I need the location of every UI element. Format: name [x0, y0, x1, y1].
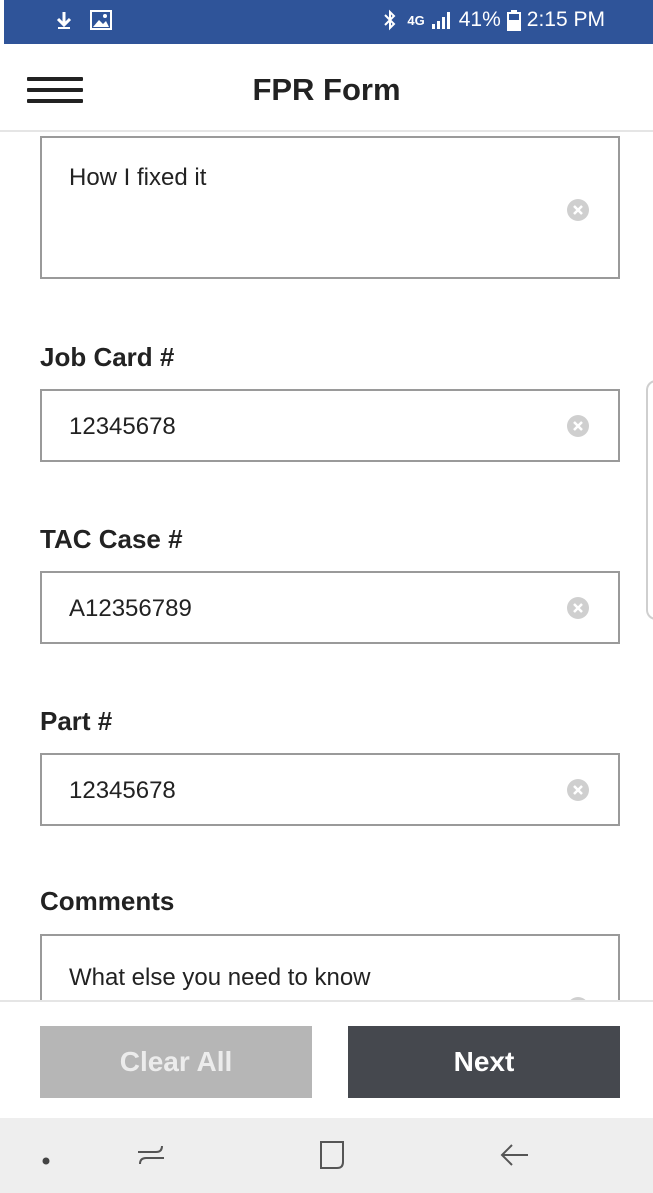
clear-part-icon[interactable]	[566, 778, 590, 802]
recent-apps-icon[interactable]	[134, 1138, 168, 1177]
comments-field[interactable]: What else you need to know	[40, 934, 620, 1000]
back-icon[interactable]	[498, 1138, 532, 1177]
network-type: 4G	[407, 12, 425, 28]
scroll-indicator[interactable]	[646, 380, 653, 620]
part-label: Part #	[40, 706, 113, 736]
system-nav-bar	[0, 1118, 653, 1193]
job-card-label: Job Card #	[40, 342, 175, 372]
tac-case-value: A12356789	[69, 595, 192, 622]
battery-icon	[506, 9, 521, 31]
clear-job-card-icon[interactable]	[566, 414, 590, 438]
part-value: 12345678	[69, 777, 176, 804]
status-bar-right: 4G 41% 2:15 PM	[383, 8, 605, 32]
bluetooth-icon	[383, 9, 397, 31]
download-icon	[56, 10, 72, 30]
tac-case-input[interactable]: A12356789	[40, 571, 620, 644]
status-bar-left	[56, 10, 112, 30]
fix-description-field[interactable]: How I fixed it	[40, 136, 620, 279]
nav-dot-icon	[42, 1152, 50, 1170]
clear-tac-case-icon[interactable]	[566, 596, 590, 620]
status-bar: 4G 41% 2:15 PM	[4, 0, 653, 44]
page-title: FPR Form	[252, 72, 401, 107]
battery-percent: 41%	[458, 8, 501, 31]
signal-icon	[431, 10, 453, 30]
part-input[interactable]: 12345678	[40, 753, 620, 826]
job-card-input[interactable]: 12345678	[40, 389, 620, 462]
clock: 2:15 PM	[526, 8, 605, 31]
home-icon[interactable]	[315, 1138, 349, 1177]
image-icon	[90, 10, 112, 30]
form-content[interactable]: How I fixed it Job Card # 12345678 TAC C…	[0, 134, 653, 1000]
comments-value: What else you need to know	[69, 964, 371, 991]
tac-case-label: TAC Case #	[40, 524, 183, 554]
app-header: FPR Form	[0, 44, 653, 132]
job-card-value: 12345678	[69, 413, 176, 440]
action-bar: Clear All Next	[0, 1000, 653, 1118]
clear-fix-description-icon[interactable]	[566, 198, 590, 222]
next-button[interactable]: Next	[348, 1026, 620, 1098]
fix-description-value: How I fixed it	[69, 164, 207, 191]
comments-label: Comments	[40, 886, 175, 916]
clear-all-button[interactable]: Clear All	[40, 1026, 312, 1098]
